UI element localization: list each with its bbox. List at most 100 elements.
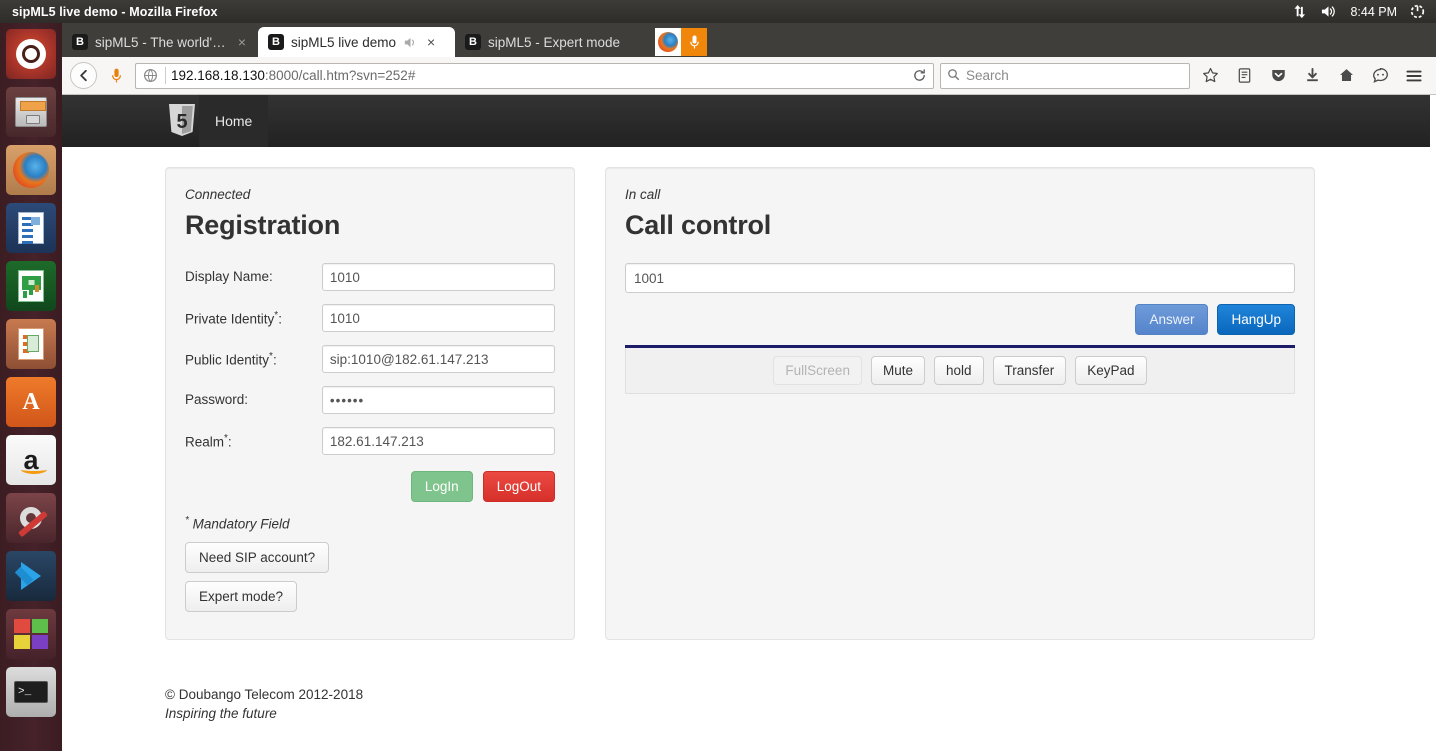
logout-button[interactable]: LogOut: [482, 471, 555, 502]
terminal-icon: >_: [14, 681, 48, 703]
microphone-sharing-icon[interactable]: [681, 28, 707, 56]
media-toolbar: FullScreen Mute hold Transfer KeyPad: [625, 348, 1295, 394]
launcher-item-workspace-switcher[interactable]: [6, 609, 56, 659]
tab-title: sipML5 - The world's...: [95, 34, 229, 50]
display-name-input[interactable]: [321, 263, 555, 291]
back-button[interactable]: [70, 62, 97, 89]
registration-status: Connected: [185, 187, 251, 202]
launcher-item-amazon[interactable]: a: [6, 435, 56, 485]
mute-button[interactable]: Mute: [870, 356, 925, 385]
launcher-item-firefox[interactable]: [6, 145, 56, 195]
launcher-item-system-settings[interactable]: [6, 493, 56, 543]
tab-favicon: B: [268, 34, 284, 50]
launcher-item-terminal[interactable]: >_: [6, 667, 56, 717]
footer-tagline: Inspiring the future: [165, 705, 277, 721]
ubuntu-software-icon: A: [22, 389, 40, 415]
bookmark-star-icon[interactable]: [1196, 62, 1224, 90]
main-container: Connected Registration Display Name: Pri…: [62, 167, 1436, 640]
login-button[interactable]: LogIn: [410, 471, 473, 502]
keypad-button[interactable]: KeyPad: [1075, 356, 1147, 385]
window-title: sipML5 live demo - Mozilla Firefox: [12, 4, 218, 19]
calc-icon: [18, 270, 44, 302]
private-identity-input[interactable]: [321, 304, 555, 332]
tab-close-icon[interactable]: ×: [236, 35, 248, 49]
expert-mode-button[interactable]: Expert mode?: [185, 580, 298, 612]
page-identity-icon[interactable]: [140, 66, 160, 86]
browser-tab-3[interactable]: B sipML5 - Expert mode: [455, 27, 655, 57]
tab-strip: B sipML5 - The world's... × B sipML5 liv…: [62, 23, 1436, 57]
public-identity-input[interactable]: [321, 345, 555, 373]
private-identity-label: Private Identity*:: [185, 310, 282, 327]
footer-copyright: © Doubango Telecom 2012-2018: [165, 686, 364, 702]
launcher-item-vscode[interactable]: [6, 551, 56, 601]
svg-text:5: 5: [176, 111, 187, 133]
clock[interactable]: 8:44 PM: [1350, 5, 1397, 19]
reader-view-icon[interactable]: [1230, 62, 1258, 90]
call-button-row: Answer HangUp: [625, 304, 1295, 335]
page-footer: © Doubango Telecom 2012-2018 Inspiring t…: [62, 685, 1436, 723]
ubuntu-logo-icon: [16, 39, 46, 69]
url-rest: :8000/call.htm?svn=252#: [264, 68, 416, 83]
launcher-item-ubuntu-dash[interactable]: [6, 29, 56, 79]
microphone-permission-icon[interactable]: [103, 63, 129, 89]
downloads-icon[interactable]: [1298, 62, 1326, 90]
html5-logo-icon[interactable]: 5: [165, 101, 199, 141]
nav-item-home[interactable]: Home: [199, 95, 269, 147]
tab-favicon: B: [72, 34, 88, 50]
firefox-window: B sipML5 - The world's... × B sipML5 liv…: [62, 23, 1436, 751]
volume-icon[interactable]: [1320, 4, 1337, 19]
hold-button[interactable]: hold: [933, 356, 984, 385]
browser-tab-1[interactable]: B sipML5 - The world's... ×: [62, 27, 258, 57]
url-host: 192.168.18.130: [171, 68, 265, 83]
fullscreen-button[interactable]: FullScreen: [773, 356, 862, 385]
files-icon: [15, 97, 47, 127]
pocket-icon[interactable]: [1264, 62, 1292, 90]
realm-label: Realm*:: [185, 433, 232, 450]
vscode-icon: [21, 562, 41, 590]
browser-tab-2[interactable]: B sipML5 live demo ×: [258, 27, 455, 57]
realm-input[interactable]: [321, 427, 555, 455]
search-placeholder: Search: [966, 68, 1009, 83]
sync-icon[interactable]: [1366, 62, 1394, 90]
registration-panel: Connected Registration Display Name: Pri…: [165, 167, 575, 640]
site-navbar: 5 Home: [62, 95, 1430, 147]
public-identity-label: Public Identity*:: [185, 351, 277, 368]
menu-hamburger-icon[interactable]: [1400, 62, 1428, 90]
tab-strip-indicators: [655, 27, 707, 57]
tab-title: sipML5 live demo: [291, 34, 397, 50]
mandatory-field-note: * Mandatory Field: [185, 515, 290, 532]
unity-launcher: A a >_: [0, 23, 62, 751]
tab-close-icon[interactable]: ×: [425, 35, 437, 49]
password-label: Password:: [185, 392, 249, 407]
form-row-password: Password:: [185, 386, 555, 414]
url-bar[interactable]: 192.168.18.130:8000/call.htm?svn=252#: [135, 62, 934, 89]
launcher-item-ubuntu-software[interactable]: A: [6, 377, 56, 427]
tab-audio-playing-icon[interactable]: [403, 35, 418, 50]
hangup-button[interactable]: HangUp: [1217, 304, 1295, 335]
ubuntu-top-panel: sipML5 live demo - Mozilla Firefox 8:44 …: [0, 0, 1436, 23]
firefox-indicator-icon: [655, 28, 681, 56]
writer-icon: [18, 212, 44, 244]
search-input[interactable]: Search: [940, 62, 1190, 89]
answer-button[interactable]: Answer: [1135, 304, 1209, 335]
transfer-button[interactable]: Transfer: [992, 356, 1067, 385]
password-input[interactable]: [321, 386, 555, 414]
system-menu-icon[interactable]: [1410, 4, 1425, 19]
network-icon[interactable]: [1292, 4, 1307, 19]
launcher-item-libreoffice-impress[interactable]: [6, 319, 56, 369]
call-control-title: Call control: [625, 210, 772, 240]
url-text: 192.168.18.130:8000/call.htm?svn=252#: [171, 68, 904, 83]
launcher-item-files[interactable]: [6, 87, 56, 137]
home-icon[interactable]: [1332, 62, 1360, 90]
browser-toolbar: 192.168.18.130:8000/call.htm?svn=252# Se…: [62, 57, 1436, 95]
launcher-item-libreoffice-writer[interactable]: [6, 203, 56, 253]
call-uri-input[interactable]: [625, 263, 1295, 293]
reload-button[interactable]: [909, 66, 929, 86]
form-row-private-identity: Private Identity*:: [185, 304, 555, 332]
settings-gear-icon: [20, 507, 42, 529]
form-row-realm: Realm*:: [185, 427, 555, 455]
launcher-item-libreoffice-calc[interactable]: [6, 261, 56, 311]
need-sip-account-button[interactable]: Need SIP account?: [185, 541, 330, 573]
form-row-public-identity: Public Identity*:: [185, 345, 555, 373]
registration-title: Registration: [185, 210, 341, 240]
